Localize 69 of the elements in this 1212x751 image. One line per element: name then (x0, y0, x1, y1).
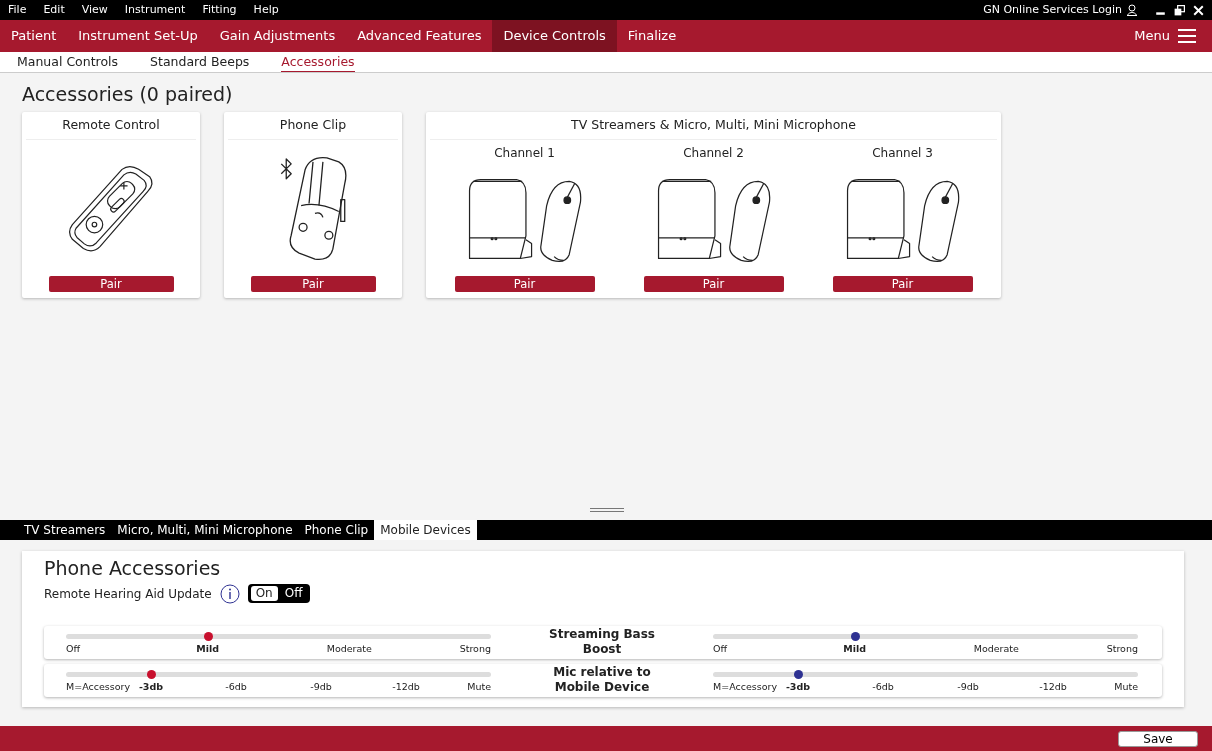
slider-stop-label[interactable]: Mute (467, 680, 491, 695)
sub-tab[interactable]: Standard Beeps (150, 52, 250, 72)
info-icon[interactable] (219, 583, 240, 604)
slider-stop-label[interactable]: -3db (785, 680, 811, 695)
setting-label: Remote Hearing Aid Update (44, 585, 212, 603)
slider-stop-label[interactable]: Mild (196, 642, 220, 657)
pair-button[interactable]: Pair (832, 275, 973, 292)
accessory-tab[interactable]: Phone Clip (298, 520, 375, 540)
channel-label: Channel 2 (683, 144, 744, 162)
slider-stop-label[interactable]: -12db (392, 680, 420, 695)
slider-stop-label[interactable]: Moderate (973, 642, 1019, 657)
accessory-tab[interactable]: TV Streamers (18, 520, 112, 540)
nav-tab[interactable]: Patient (0, 20, 68, 52)
pair-button[interactable]: Pair (643, 275, 784, 292)
slider-thumb[interactable] (850, 632, 860, 642)
slider-stop-label[interactable]: -9db (310, 680, 332, 695)
pair-button[interactable]: Pair (250, 275, 376, 292)
on-off-toggle[interactable]: On Off (247, 584, 311, 604)
menu-item[interactable]: Help (253, 1, 279, 19)
nav-tab[interactable]: Instrument Set-Up (67, 20, 209, 52)
accessory-tab[interactable]: Micro, Multi, Mini Microphone (111, 520, 299, 540)
slider-stop-label[interactable]: -9db (957, 680, 979, 695)
nav-tab[interactable]: Finalize (616, 20, 688, 52)
menu-item[interactable]: File (8, 1, 27, 19)
card-title: TV Streamers & Micro, Multi, Mini Microphone (430, 115, 997, 140)
card-title: Phone Clip (228, 115, 398, 140)
slider-thumb[interactable] (147, 670, 156, 680)
slider-stop-label[interactable]: Off (66, 642, 81, 657)
nav-tab[interactable]: Device Controls (492, 20, 617, 52)
menu-button[interactable]: Menu (1134, 26, 1170, 46)
pair-button[interactable]: Pair (454, 275, 595, 292)
setting-label: Streaming Bass Boost (548, 627, 656, 658)
menu-item[interactable]: Fitting (202, 1, 237, 19)
restore-icon[interactable] (1174, 4, 1185, 16)
nav-tab[interactable]: Advanced Features (346, 20, 493, 52)
card-title: Remote Control (26, 115, 196, 140)
channel-label: Channel 1 (494, 144, 555, 162)
slider-stop-label[interactable]: Moderate (326, 642, 372, 657)
menu-item[interactable]: Instrument (124, 1, 186, 19)
setting-label: Mic relative to Mobile Device (552, 665, 652, 696)
slider-stop-label[interactable]: Mute (1114, 680, 1138, 695)
slider-stop-label[interactable]: -6db (872, 680, 894, 695)
slider-stop-label[interactable]: M=Accessory (66, 680, 131, 695)
sub-tab[interactable]: Accessories (281, 52, 355, 72)
user-icon[interactable] (1126, 4, 1138, 16)
slider-stop-label[interactable]: -3db (138, 680, 164, 695)
panel-title: Phone Accessories (44, 557, 222, 580)
slider-thumb[interactable] (794, 670, 803, 680)
slider-stop-label[interactable]: Mild (843, 642, 867, 657)
nav-tab[interactable]: Gain Adjustments (208, 20, 347, 52)
accessory-tab[interactable]: Mobile Devices (374, 520, 477, 540)
slider-stop-label[interactable]: Strong (1106, 642, 1138, 657)
splitter-handle[interactable] (590, 508, 624, 512)
menu-item[interactable]: Edit (43, 1, 65, 19)
menu-item[interactable]: View (81, 1, 108, 19)
menu-icon[interactable] (1178, 29, 1196, 43)
slider-stop-label[interactable]: Strong (459, 642, 491, 657)
slider-thumb[interactable] (203, 632, 213, 642)
close-icon[interactable] (1193, 4, 1204, 16)
save-button[interactable]: Save (1118, 730, 1198, 747)
channel-label: Channel 3 (872, 144, 933, 162)
login-link[interactable]: GN Online Services Login (983, 1, 1122, 19)
slider-stop-label[interactable]: -12db (1039, 680, 1067, 695)
page-title: Accessories (0 paired) (22, 83, 234, 106)
slider-stop-label[interactable]: Off (713, 642, 728, 657)
slider-stop-label[interactable]: M=Accessory (713, 680, 778, 695)
pair-button[interactable]: Pair (48, 275, 174, 292)
sub-tab[interactable]: Manual Controls (17, 52, 119, 72)
slider-stop-label[interactable]: -6db (225, 680, 247, 695)
